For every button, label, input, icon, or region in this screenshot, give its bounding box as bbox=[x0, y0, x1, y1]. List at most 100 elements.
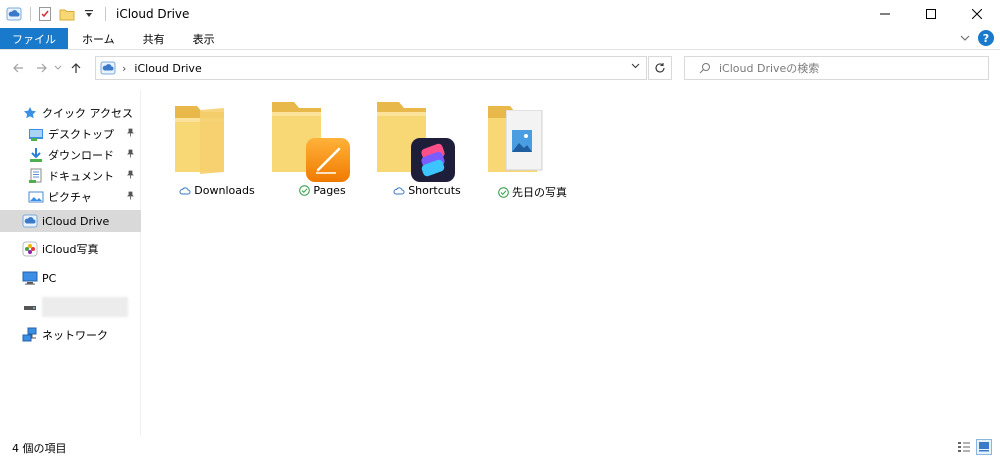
search-placeholder: iCloud Driveの検索 bbox=[719, 62, 820, 75]
search-input[interactable]: iCloud Driveの検索 bbox=[684, 56, 989, 80]
navigation-pane: クイック アクセス デスクトップ ダウンロード ドキュメント ピクチャ iClo… bbox=[0, 90, 141, 436]
icloud-drive-icon bbox=[22, 213, 38, 229]
documents-folder-icon bbox=[28, 168, 44, 184]
download-folder-icon bbox=[28, 147, 44, 163]
pin-icon bbox=[126, 128, 135, 140]
sidebar-item-label: デスクトップ bbox=[48, 128, 114, 141]
navigation-bar: › iCloud Drive iCloud Driveの検索 bbox=[0, 50, 1000, 86]
status-bar: 4 個の項目 bbox=[0, 436, 1000, 459]
synced-status-icon bbox=[497, 186, 509, 198]
photo-file-icon bbox=[506, 110, 543, 171]
tab-home[interactable]: ホーム bbox=[68, 28, 129, 49]
pin-icon bbox=[126, 170, 135, 182]
large-icons-view-icon bbox=[979, 442, 989, 452]
synced-status-icon bbox=[298, 185, 310, 197]
customize-toolbar-icon[interactable] bbox=[81, 6, 97, 22]
address-bar[interactable]: › iCloud Drive bbox=[95, 56, 647, 80]
file-list: Downloads Pages Shortcuts 先日の写真 bbox=[141, 90, 1000, 436]
sidebar-item-quick-access[interactable]: クイック アクセス bbox=[0, 102, 141, 124]
ribbon-tabs: ファイル ホーム 共有 表示 ? bbox=[0, 28, 1000, 50]
maximize-button[interactable] bbox=[908, 0, 954, 28]
ribbon-right: ? bbox=[960, 30, 994, 46]
file-item-label: 先日の写真 bbox=[480, 184, 584, 200]
forward-button[interactable] bbox=[32, 58, 52, 78]
drive-icon bbox=[22, 299, 38, 315]
address-dropdown-icon[interactable] bbox=[631, 61, 640, 72]
new-folder-icon[interactable] bbox=[59, 6, 75, 22]
view-toggle bbox=[956, 439, 992, 455]
sidebar-item-drive[interactable] bbox=[0, 296, 141, 318]
properties-icon[interactable] bbox=[37, 6, 53, 22]
sidebar-item-label: ダウンロード bbox=[48, 149, 114, 162]
sidebar-item-icloud-photos[interactable]: iCloud写真 bbox=[0, 238, 141, 260]
up-arrow-icon bbox=[71, 63, 81, 73]
tab-view[interactable]: 表示 bbox=[179, 28, 229, 49]
toolbar-separator bbox=[30, 7, 31, 21]
breadcrumb-icloud-drive[interactable]: iCloud Drive bbox=[134, 62, 201, 75]
sidebar-item-downloads[interactable]: ダウンロード bbox=[0, 144, 141, 166]
back-button[interactable] bbox=[8, 58, 28, 78]
title-bar: iCloud Drive bbox=[0, 0, 1000, 28]
icloud-drive-icon bbox=[100, 60, 116, 76]
file-item-recent-photos[interactable]: 先日の写真 bbox=[480, 96, 584, 200]
tab-file[interactable]: ファイル bbox=[0, 28, 68, 49]
sidebar-item-icloud-drive[interactable]: iCloud Drive bbox=[0, 210, 141, 232]
refresh-button[interactable] bbox=[648, 56, 672, 80]
close-icon bbox=[972, 9, 982, 19]
back-arrow-icon bbox=[13, 63, 23, 73]
breadcrumb-chevron-icon[interactable]: › bbox=[122, 62, 126, 75]
details-view-icon bbox=[958, 442, 970, 452]
maximize-icon bbox=[926, 9, 936, 19]
window-title: iCloud Drive bbox=[116, 7, 190, 21]
icloud-photos-icon bbox=[22, 241, 38, 257]
sidebar-item-desktop[interactable]: デスクトップ bbox=[0, 123, 141, 145]
sidebar-item-label: iCloud Drive bbox=[42, 214, 110, 228]
sidebar-item-pc[interactable]: PC bbox=[0, 267, 141, 289]
expand-ribbon-icon[interactable] bbox=[960, 32, 970, 45]
file-item-label: Shortcuts bbox=[375, 184, 479, 197]
tab-share[interactable]: 共有 bbox=[129, 28, 179, 49]
sidebar-item-network[interactable]: ネットワーク bbox=[0, 324, 141, 346]
cloud-status-icon bbox=[179, 185, 191, 197]
minimize-icon bbox=[880, 13, 890, 15]
recent-locations-button[interactable] bbox=[52, 58, 64, 78]
minimize-button[interactable] bbox=[862, 0, 908, 28]
sidebar-item-label: ドキュメント bbox=[48, 170, 114, 183]
sidebar-item-label: iCloud写真 bbox=[42, 243, 99, 256]
forward-arrow-icon bbox=[37, 63, 47, 73]
pin-icon bbox=[126, 191, 135, 203]
sidebar-item-label: PC bbox=[42, 271, 57, 285]
sidebar-item-documents[interactable]: ドキュメント bbox=[0, 165, 141, 187]
file-item-downloads[interactable]: Downloads bbox=[165, 96, 269, 200]
up-button[interactable] bbox=[66, 58, 86, 78]
close-button[interactable] bbox=[954, 0, 1000, 28]
desktop-folder-icon bbox=[28, 126, 44, 142]
sidebar-item-pictures[interactable]: ピクチャ bbox=[0, 186, 141, 208]
sidebar-item-label: ピクチャ bbox=[48, 191, 92, 204]
star-icon bbox=[22, 105, 38, 121]
redacted-drive-label bbox=[42, 297, 128, 317]
item-count: 4 個の項目 bbox=[12, 441, 67, 455]
pin-icon bbox=[126, 149, 135, 161]
shortcuts-app-icon bbox=[411, 138, 455, 182]
details-view-button[interactable] bbox=[956, 439, 972, 455]
file-item-label: Downloads bbox=[165, 184, 269, 197]
toolbar-separator bbox=[105, 7, 106, 21]
sidebar-item-label: クイック アクセス bbox=[42, 107, 133, 120]
refresh-icon bbox=[655, 63, 665, 73]
folder-icon bbox=[175, 106, 224, 174]
large-icons-view-button[interactable] bbox=[976, 439, 992, 455]
search-icon bbox=[699, 63, 710, 74]
pages-app-icon bbox=[306, 138, 350, 182]
pictures-folder-icon bbox=[28, 189, 44, 205]
network-icon bbox=[22, 327, 38, 343]
file-item-pages[interactable]: Pages bbox=[270, 96, 374, 200]
quick-access-toolbar: iCloud Drive bbox=[0, 0, 189, 28]
pc-icon bbox=[22, 270, 38, 286]
file-item-shortcuts[interactable]: Shortcuts bbox=[375, 96, 479, 200]
help-icon[interactable]: ? bbox=[978, 30, 994, 46]
chevron-down-icon bbox=[54, 65, 62, 70]
icloud-drive-icon[interactable] bbox=[6, 6, 22, 22]
cloud-status-icon bbox=[393, 185, 405, 197]
window-controls bbox=[862, 0, 1000, 28]
